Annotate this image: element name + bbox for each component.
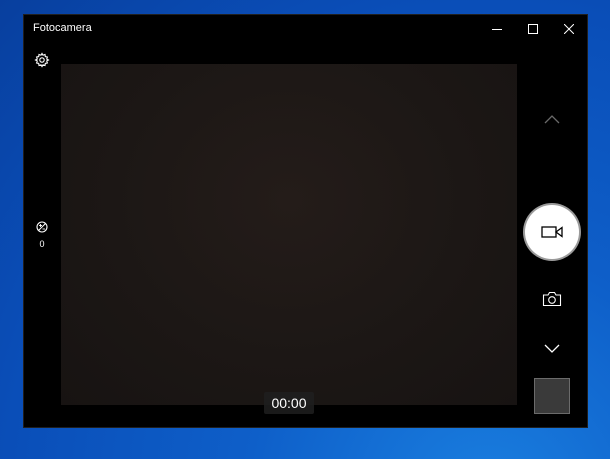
video-camera-icon: [541, 226, 563, 238]
title-bar: Fotocamera: [24, 15, 587, 43]
minimize-button[interactable]: [479, 15, 515, 43]
maximize-icon: [528, 24, 538, 34]
camera-icon: [542, 291, 562, 307]
window-title: Fotocamera: [33, 22, 92, 34]
gear-icon: [34, 52, 50, 68]
mode-down-button[interactable]: [543, 341, 561, 355]
maximize-button[interactable]: [515, 15, 551, 43]
chevron-up-icon: [544, 115, 560, 124]
record-video-button[interactable]: [525, 205, 579, 259]
mode-up-button[interactable]: [543, 113, 561, 127]
camera-viewfinder: [61, 64, 517, 405]
last-capture-thumbnail[interactable]: [534, 378, 570, 414]
recording-timer: 00:00: [264, 392, 314, 414]
exposure-icon: [36, 221, 48, 233]
minimize-icon: [492, 29, 502, 30]
camera-app-window: Fotocamera 0 00:00: [24, 15, 587, 427]
chevron-down-icon: [544, 344, 560, 353]
close-icon: [564, 24, 574, 34]
photo-mode-button[interactable]: [542, 290, 562, 308]
exposure-control[interactable]: 0: [35, 220, 49, 250]
settings-button[interactable]: [34, 52, 50, 68]
close-button[interactable]: [551, 15, 587, 43]
exposure-value: 0: [39, 239, 45, 249]
